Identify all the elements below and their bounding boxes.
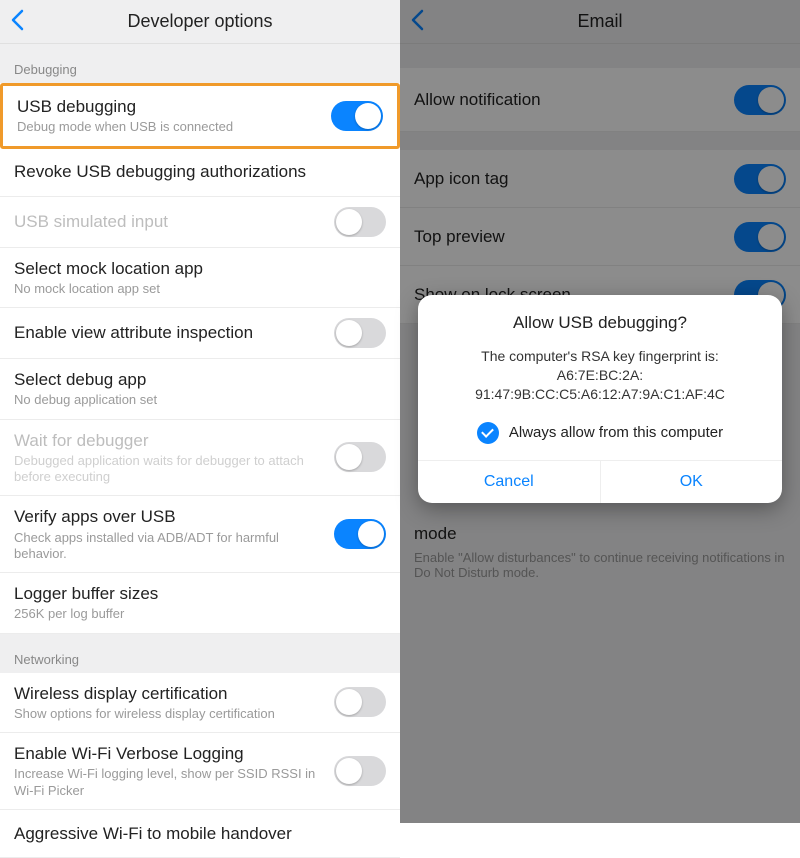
wait-dbg-toggle bbox=[334, 442, 386, 472]
row-usb-debugging[interactable]: USB debugging Debug mode when USB is con… bbox=[0, 83, 400, 149]
ok-button[interactable]: OK bbox=[600, 461, 783, 503]
wireless-toggle[interactable] bbox=[334, 687, 386, 717]
row-wireless-cert[interactable]: Wireless display certification Show opti… bbox=[0, 673, 400, 734]
usb-sim-title: USB simulated input bbox=[14, 211, 326, 232]
mock-loc-sub: No mock location app set bbox=[14, 281, 378, 297]
row-usb-simulated: USB simulated input bbox=[0, 197, 400, 248]
verify-sub: Check apps installed via ADB/ADT for har… bbox=[14, 530, 326, 563]
row-wifi-verbose[interactable]: Enable Wi-Fi Verbose Logging Increase Wi… bbox=[0, 733, 400, 810]
dialog-title: Allow USB debugging? bbox=[434, 313, 766, 333]
section-debugging: Debugging bbox=[0, 44, 400, 83]
wireless-sub: Show options for wireless display certif… bbox=[14, 706, 326, 722]
aggressive-title: Aggressive Wi-Fi to mobile handover bbox=[14, 823, 378, 844]
debugging-list: USB debugging Debug mode when USB is con… bbox=[0, 83, 400, 634]
section-networking: Networking bbox=[0, 634, 400, 673]
dialog-body: The computer's RSA key fingerprint is: A… bbox=[434, 347, 766, 404]
cancel-button[interactable]: Cancel bbox=[418, 461, 600, 503]
always-allow-row[interactable]: Always allow from this computer bbox=[434, 422, 766, 444]
dialog-actions: Cancel OK bbox=[418, 460, 782, 503]
wait-dbg-title: Wait for debugger bbox=[14, 430, 326, 451]
usb-sim-toggle bbox=[334, 207, 386, 237]
row-debug-app[interactable]: Select debug app No debug application se… bbox=[0, 359, 400, 420]
usb-debugging-dialog: Allow USB debugging? The computer's RSA … bbox=[418, 295, 782, 503]
logger-sub: 256K per log buffer bbox=[14, 606, 378, 622]
back-icon[interactable] bbox=[10, 8, 24, 36]
revoke-title: Revoke USB debugging authorizations bbox=[14, 161, 378, 182]
usb-debugging-toggle[interactable] bbox=[331, 101, 383, 131]
wifi-verbose-sub: Increase Wi-Fi logging level, show per S… bbox=[14, 766, 326, 799]
row-wait-debugger: Wait for debugger Debugged application w… bbox=[0, 420, 400, 497]
usb-debugging-title: USB debugging bbox=[17, 96, 323, 117]
dialog-line3: 91:47:9B:CC:C5:A6:12:A7:9A:C1:AF:4C bbox=[434, 385, 766, 404]
row-mock-location[interactable]: Select mock location app No mock locatio… bbox=[0, 248, 400, 309]
view-attr-title: Enable view attribute inspection bbox=[14, 322, 326, 343]
page-title: Developer options bbox=[0, 11, 400, 32]
verify-toggle[interactable] bbox=[334, 519, 386, 549]
wifi-verbose-toggle[interactable] bbox=[334, 756, 386, 786]
checkbox-checked-icon[interactable] bbox=[477, 422, 499, 444]
wifi-verbose-title: Enable Wi-Fi Verbose Logging bbox=[14, 743, 326, 764]
networking-list: Wireless display certification Show opti… bbox=[0, 673, 400, 858]
logger-title: Logger buffer sizes bbox=[14, 583, 378, 604]
row-revoke[interactable]: Revoke USB debugging authorizations bbox=[0, 149, 400, 197]
row-aggressive-wifi[interactable]: Aggressive Wi-Fi to mobile handover bbox=[0, 810, 400, 858]
row-view-attribute[interactable]: Enable view attribute inspection bbox=[0, 308, 400, 359]
debug-app-sub: No debug application set bbox=[14, 392, 378, 408]
left-header: Developer options bbox=[0, 0, 400, 44]
wireless-title: Wireless display certification bbox=[14, 683, 326, 704]
right-panel: Email Allow notification App icon tag To… bbox=[400, 0, 800, 823]
debug-app-title: Select debug app bbox=[14, 369, 378, 390]
verify-title: Verify apps over USB bbox=[14, 506, 326, 527]
dialog-line1: The computer's RSA key fingerprint is: bbox=[434, 347, 766, 366]
dialog-line2: A6:7E:BC:2A: bbox=[434, 366, 766, 385]
always-allow-label: Always allow from this computer bbox=[509, 424, 723, 441]
mock-loc-title: Select mock location app bbox=[14, 258, 378, 279]
row-verify-usb[interactable]: Verify apps over USB Check apps installe… bbox=[0, 496, 400, 573]
wait-dbg-sub: Debugged application waits for debugger … bbox=[14, 453, 326, 486]
row-logger[interactable]: Logger buffer sizes 256K per log buffer bbox=[0, 573, 400, 634]
left-panel: Developer options Debugging USB debuggin… bbox=[0, 0, 400, 823]
usb-debugging-sub: Debug mode when USB is connected bbox=[17, 119, 323, 135]
view-attr-toggle[interactable] bbox=[334, 318, 386, 348]
